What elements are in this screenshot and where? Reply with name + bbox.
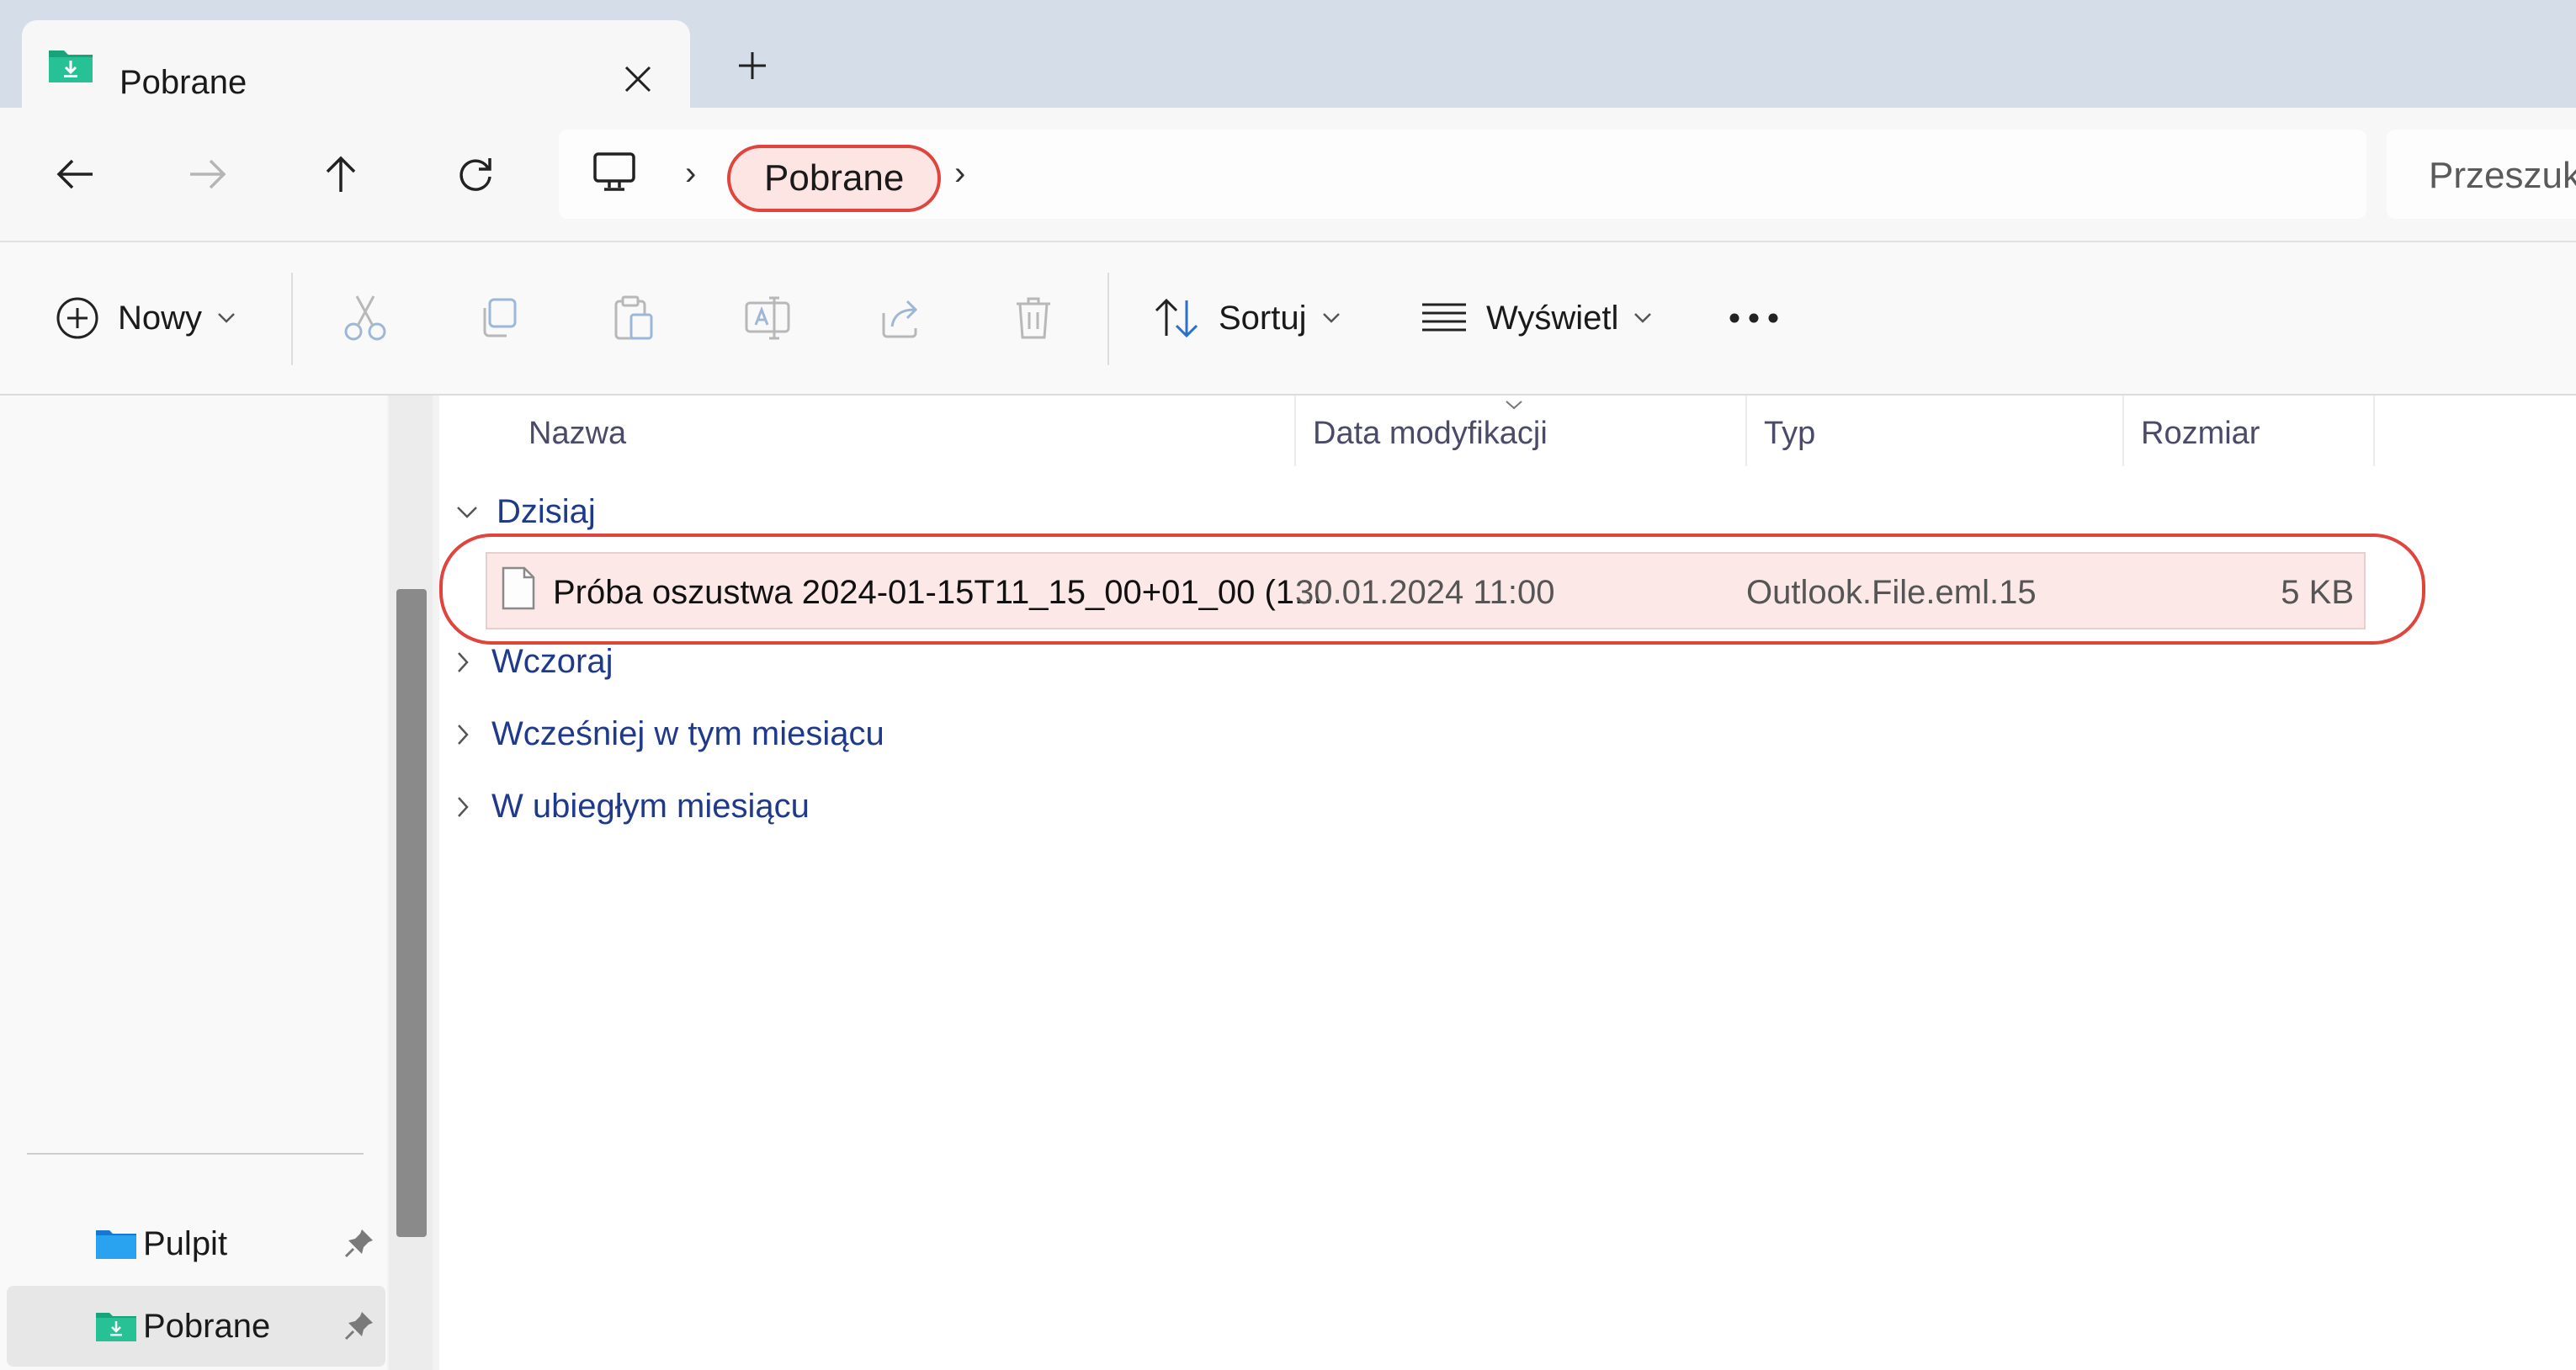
group-header-yesterday[interactable]: Wczoraj xyxy=(456,643,613,681)
command-bar: Nowy Sortuj Wyświetl xyxy=(0,242,2576,396)
arrow-left-icon xyxy=(56,159,93,189)
sidebar-item-pulpit[interactable]: Pulpit xyxy=(7,1203,385,1284)
trash-icon xyxy=(1017,297,1050,339)
up-button[interactable] xyxy=(303,136,379,212)
chevron-down-icon xyxy=(1322,313,1340,323)
address-bar[interactable]: › Pobrane › xyxy=(559,130,2366,219)
highlight-ring xyxy=(439,534,2425,645)
add-circle-icon xyxy=(56,297,98,339)
breadcrumb-separator[interactable]: › xyxy=(954,155,965,193)
column-header-name[interactable]: Nazwa xyxy=(528,416,626,452)
sort-arrows-icon xyxy=(1155,298,1198,338)
scrollbar-thumb[interactable] xyxy=(396,589,427,1237)
forward-button[interactable] xyxy=(170,136,246,212)
sidebar-item-pobrane[interactable]: Pobrane xyxy=(7,1286,385,1367)
breadcrumb-separator[interactable]: › xyxy=(685,155,696,193)
desktop-folder-icon xyxy=(96,1230,136,1259)
sidebar-item-label: Pulpit xyxy=(143,1224,228,1262)
chevron-down-icon xyxy=(218,313,235,323)
column-divider[interactable] xyxy=(1294,396,1296,466)
chevron-down-icon xyxy=(457,506,477,518)
breadcrumb-current-folder[interactable]: Pobrane xyxy=(727,145,942,212)
chevron-down-icon xyxy=(1634,313,1652,323)
cut-button[interactable] xyxy=(343,284,387,352)
refresh-button[interactable] xyxy=(438,136,513,212)
share-button[interactable] xyxy=(879,284,926,352)
search-placeholder: Przeszukaj xyxy=(2429,155,2576,196)
sort-button[interactable]: Sortuj xyxy=(1153,284,1341,352)
tab-title: Pobrane xyxy=(120,64,247,101)
delete-button[interactable] xyxy=(1013,284,1054,352)
close-icon xyxy=(624,66,651,93)
title-bar: Pobrane xyxy=(0,0,2576,113)
group-label: Wczoraj xyxy=(491,643,613,680)
sort-indicator-icon xyxy=(1505,399,1523,414)
column-divider[interactable] xyxy=(2373,396,2375,466)
list-view-icon xyxy=(1422,303,1466,332)
view-button-label: Wyświetl xyxy=(1486,299,1619,337)
group-header-today[interactable]: Dzisiaj xyxy=(456,493,596,531)
scissors-icon xyxy=(344,295,386,341)
new-button-label: Nowy xyxy=(118,299,203,337)
file-list: Nazwa Data modyfikacji Typ Rozmiar Dzisi… xyxy=(439,396,2576,1370)
arrow-up-icon xyxy=(326,156,356,192)
clipboard-icon xyxy=(614,295,653,340)
column-header-type[interactable]: Typ xyxy=(1764,416,1815,452)
sidebar-item-label: Pobrane xyxy=(143,1307,271,1345)
group-header-last-month[interactable]: W ubiegłym miesiącu xyxy=(456,788,810,826)
downloads-folder-icon xyxy=(47,44,94,90)
arrow-right-icon xyxy=(190,159,226,189)
this-pc-icon[interactable] xyxy=(592,151,636,198)
column-divider[interactable] xyxy=(1745,396,1747,466)
more-dots-icon xyxy=(1729,313,1778,323)
pin-icon[interactable] xyxy=(343,1227,375,1259)
close-tab-button[interactable] xyxy=(611,52,665,106)
back-button[interactable] xyxy=(37,136,113,212)
navigation-bar: › Pobrane › Przeszukaj xyxy=(0,108,2576,242)
column-header-modified[interactable]: Data modyfikacji xyxy=(1313,416,1548,452)
navigation-pane: Pulpit Pobrane xyxy=(0,396,387,1370)
rename-button[interactable] xyxy=(744,284,791,352)
tab-pobrane[interactable]: Pobrane xyxy=(22,20,690,113)
sort-button-label: Sortuj xyxy=(1219,299,1307,337)
new-button[interactable]: Nowy xyxy=(56,284,236,352)
share-icon xyxy=(882,300,918,338)
plus-icon xyxy=(739,52,766,79)
new-tab-button[interactable] xyxy=(722,39,783,93)
column-header-size[interactable]: Rozmiar xyxy=(2141,416,2260,452)
group-label: Dzisiaj xyxy=(497,493,596,530)
view-button[interactable]: Wyświetl xyxy=(1421,284,1652,352)
sidebar-divider xyxy=(27,1153,364,1155)
downloads-folder-icon xyxy=(96,1313,136,1341)
more-options-button[interactable] xyxy=(1729,284,1779,352)
copy-button[interactable] xyxy=(476,284,520,352)
search-box[interactable]: Przeszukaj xyxy=(2387,130,2576,219)
group-header-earlier-this-month[interactable]: Wcześniej w tym miesiącu xyxy=(456,715,884,753)
group-label: W ubiegłym miesiącu xyxy=(491,788,810,825)
chevron-right-icon xyxy=(458,651,469,672)
group-label: Wcześniej w tym miesiącu xyxy=(491,715,884,752)
refresh-icon xyxy=(459,158,491,191)
chevron-right-icon xyxy=(458,724,469,745)
toolbar-divider xyxy=(1107,273,1109,365)
sidebar-scrollbar[interactable] xyxy=(389,396,433,1370)
pin-icon[interactable] xyxy=(343,1309,375,1341)
toolbar-divider xyxy=(291,273,293,365)
paste-button[interactable] xyxy=(611,284,655,352)
column-divider[interactable] xyxy=(2122,396,2124,466)
rename-icon xyxy=(745,296,790,340)
chevron-right-icon xyxy=(458,796,469,817)
copy-icon xyxy=(483,298,517,337)
